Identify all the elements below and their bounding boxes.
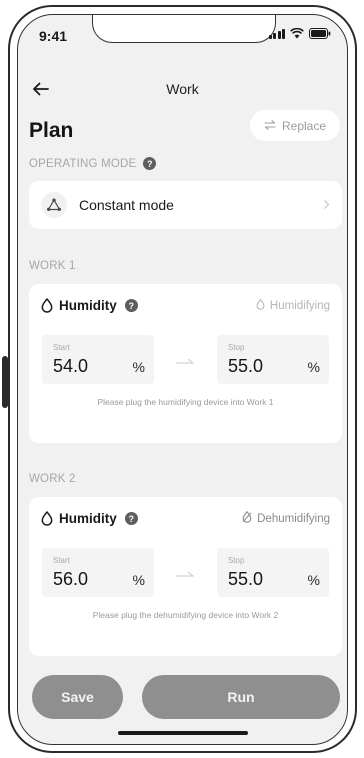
work-1-header: Humidity ? Humidifying (41, 298, 330, 313)
info-icon[interactable]: ? (143, 157, 157, 170)
work-2-card: Humidity ? Dehumidifying Start 56.0 % St… (29, 497, 342, 656)
battery-icon (309, 28, 331, 39)
start-caption: Start (53, 343, 70, 352)
device-status-label: Dehumidifying (257, 512, 330, 525)
start-caption: Start (53, 556, 70, 565)
start-value-field[interactable]: Start 54.0 % (42, 335, 154, 384)
save-button[interactable]: Save (32, 675, 123, 719)
stop-caption: Stop (228, 343, 245, 352)
operating-mode-text: OPERATING MODE (29, 157, 137, 170)
work-hint: Please plug the dehumidifying device int… (92, 610, 279, 620)
sensor-label: Humidity (59, 298, 117, 313)
mode-selector[interactable]: Constant mode (29, 181, 342, 229)
stop-unit: % (307, 572, 320, 588)
nav-title: Work (166, 81, 199, 97)
info-icon[interactable]: ? (124, 512, 138, 525)
chevron-right-icon (323, 197, 330, 213)
replace-label: Replace (281, 118, 327, 133)
device-notch (92, 15, 276, 43)
device-status: Humidifying (256, 298, 330, 313)
replace-button[interactable]: Replace (250, 110, 340, 141)
start-value-field[interactable]: Start 56.0 % (42, 548, 154, 597)
work-1-card: Humidity ? Humidifying Start 54.0 % Stop… (29, 284, 342, 443)
signal-icon (268, 28, 285, 39)
status-time: 9:41 (39, 28, 68, 44)
home-indicator (118, 731, 248, 735)
device-status-label: Humidifying (269, 299, 330, 312)
work-2-header: Humidity ? Dehumidifying (41, 510, 330, 526)
work-hint: Please plug the humidifying device into … (97, 397, 274, 407)
arrow-right-icon (175, 565, 195, 583)
drop-icon (41, 511, 53, 526)
start-value: 56.0 (53, 569, 89, 589)
start-unit: % (132, 572, 145, 588)
stop-value-field[interactable]: Stop 55.0 % (217, 548, 329, 597)
work-1-label: WORK 1 (29, 260, 76, 272)
swap-icon (264, 119, 276, 133)
drop-outline-icon (256, 298, 265, 313)
status-icons (268, 28, 332, 39)
stop-value: 55.0 (228, 356, 264, 376)
stop-value: 55.0 (228, 569, 264, 589)
app-screen: 9:41 Work Plan Replace OPERATING MODE ? … (17, 14, 348, 745)
drop-slash-icon (242, 510, 252, 526)
mode-label: Constant mode (79, 197, 174, 213)
start-unit: % (132, 359, 145, 375)
sensor-label: Humidity (59, 511, 117, 526)
stop-caption: Stop (228, 556, 245, 565)
operating-mode-label: OPERATING MODE ? (29, 157, 157, 170)
triangle-nodes-icon (41, 192, 67, 218)
stop-value-field[interactable]: Stop 55.0 % (217, 335, 329, 384)
work-2-label: WORK 2 (29, 473, 76, 485)
stop-unit: % (307, 359, 320, 375)
info-icon[interactable]: ? (124, 299, 138, 312)
start-value: 54.0 (53, 356, 89, 376)
device-status: Dehumidifying (242, 510, 330, 526)
page-title: Plan (29, 119, 74, 142)
run-button[interactable]: Run (142, 675, 340, 719)
drop-icon (41, 298, 53, 313)
wifi-icon (290, 28, 304, 39)
arrow-right-icon (175, 352, 195, 370)
